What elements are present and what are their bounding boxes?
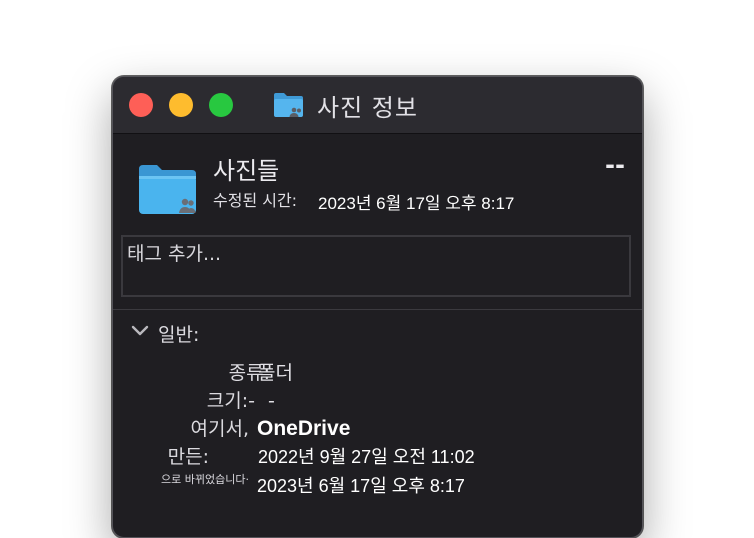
- window-title: 사진 정보: [317, 94, 418, 122]
- size-label: 크기:-: [206, 390, 255, 412]
- shared-folder-icon: [274, 93, 303, 117]
- get-info-window: 사진 정보 사진들 -- 수정된 시간: 2023년 6월 17일 오후 8:1…: [112, 76, 643, 538]
- modified-value: 2023년 6월 17일 오후 8:17: [318, 194, 515, 213]
- modified-label: 수정된 시간:: [213, 191, 298, 210]
- chevron-down-icon[interactable]: [131, 325, 149, 337]
- tags-input[interactable]: [121, 235, 631, 297]
- created-label: 만든:: [167, 446, 209, 468]
- where-label: 여기서,: [190, 418, 249, 440]
- shared-folder-icon: [139, 165, 196, 214]
- where-value: OneDrive: [257, 417, 351, 440]
- zoom-button[interactable]: [209, 93, 233, 117]
- general-section-title[interactable]: 일반:: [158, 320, 199, 347]
- header-size: --: [605, 151, 625, 179]
- kind-value: 폴더: [258, 362, 293, 384]
- close-button[interactable]: [129, 93, 153, 117]
- modified-row-label: 으로 바뀌었습니다·: [161, 473, 249, 486]
- modified-row-value: 2023년 6월 17일 오후 8:17: [257, 476, 465, 496]
- size-value: -: [268, 390, 275, 412]
- created-value: 2022년 9월 27일 오전 11:02: [258, 447, 475, 467]
- item-name: 사진들: [213, 157, 280, 185]
- minimize-button[interactable]: [169, 93, 193, 117]
- kind-label: 종류:: [228, 362, 270, 384]
- title-bar[interactable]: 사진 정보: [113, 77, 642, 134]
- section-divider: [113, 309, 642, 310]
